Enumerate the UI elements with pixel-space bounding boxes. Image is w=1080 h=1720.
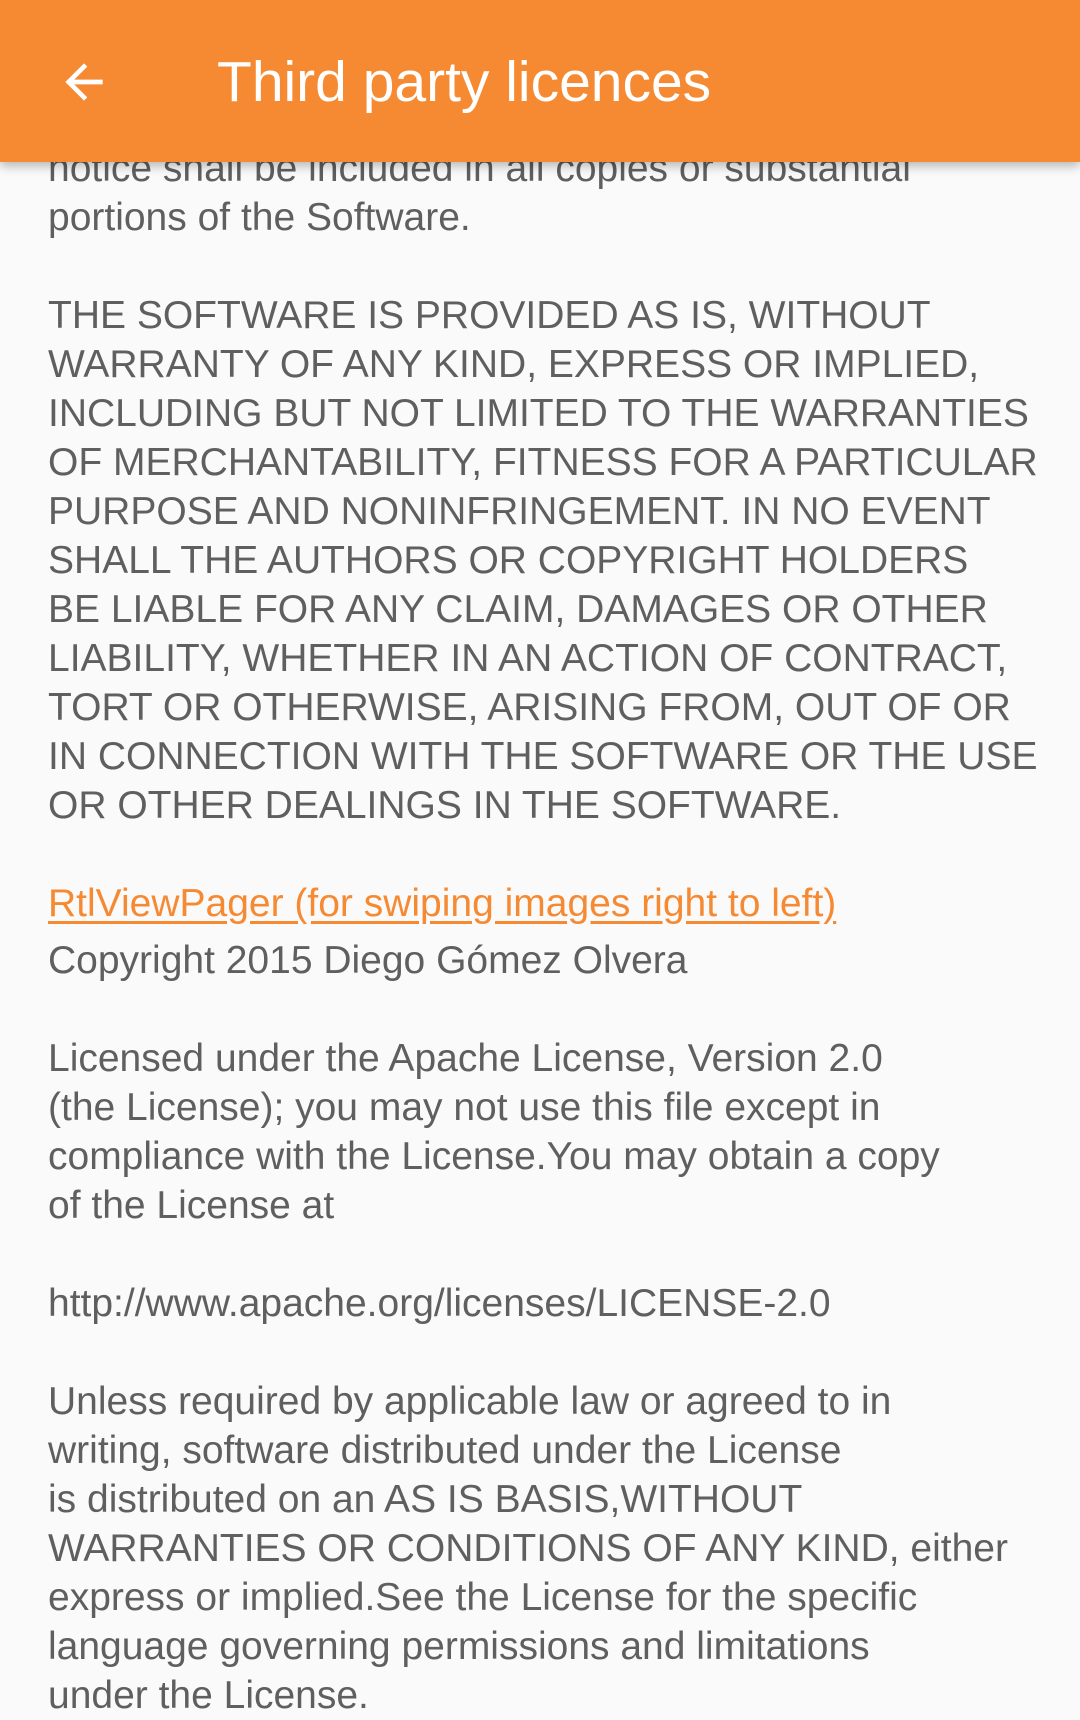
apache-license-url: http://www.apache.org/licenses/LICENSE-2… <box>48 1282 831 1325</box>
arrow-left-icon <box>56 54 112 115</box>
apache-license-terms: Unless required by applicable law or agr… <box>48 1380 1008 1717</box>
back-button[interactable] <box>36 36 132 132</box>
app-bar: Third party licences <box>0 0 1080 162</box>
copyright-line: Copyright 2015 Diego Gómez Olvera <box>48 939 688 982</box>
library-link-rtlviewpager[interactable]: RtlViewPager (for swiping images right t… <box>48 879 1058 928</box>
page-title: Third party licences <box>217 50 712 114</box>
mit-warranty-disclaimer: THE SOFTWARE IS PROVIDED AS IS, WITHOUT … <box>48 294 1038 827</box>
licence-text-scroll[interactable]: notice shall be included in all copies o… <box>48 144 1058 1720</box>
apache-license-intro: Licensed under the Apache License, Versi… <box>48 1037 940 1227</box>
